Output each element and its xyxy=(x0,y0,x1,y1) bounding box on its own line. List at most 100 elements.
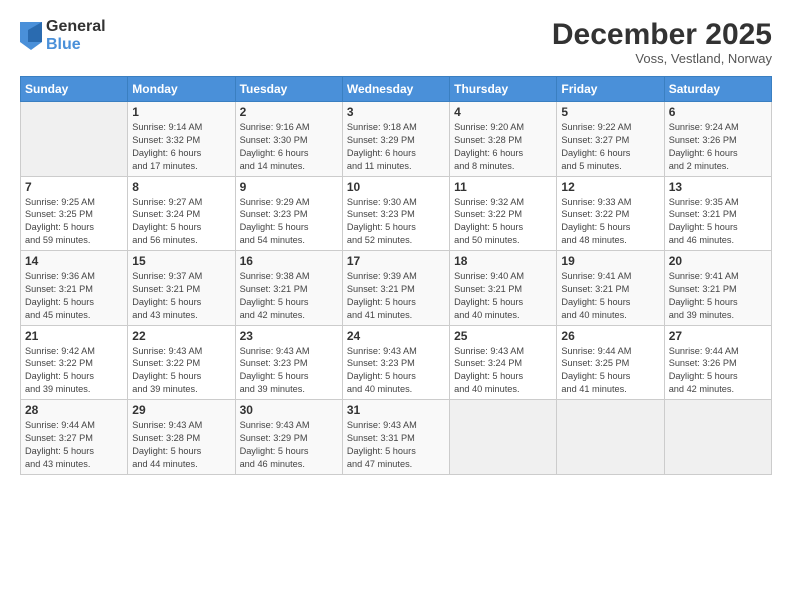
day-info: Sunrise: 9:36 AMSunset: 3:21 PMDaylight:… xyxy=(25,270,123,322)
day-number: 19 xyxy=(561,254,659,268)
calendar-week-row: 1 Sunrise: 9:14 AMSunset: 3:32 PMDaylight… xyxy=(21,102,772,177)
day-number: 20 xyxy=(669,254,767,268)
table-row: 11 Sunrise: 9:32 AMSunset: 3:22 PMDayligh… xyxy=(450,176,557,251)
table-row: 20Sunrise: 9:41 AMSunset: 3:21 PMDayligh… xyxy=(664,251,771,326)
day-number: 31 xyxy=(347,403,445,417)
day-info: Sunrise: 9:33 AMSunset: 3:22 PMDaylight:… xyxy=(561,196,659,248)
table-row: 31 Sunrise: 9:43 AMSunset: 3:31 PMDayligh… xyxy=(342,400,449,475)
day-info: Sunrise: 9:39 AMSunset: 3:21 PMDaylight:… xyxy=(347,270,445,322)
table-row xyxy=(664,400,771,475)
logo-blue: Blue xyxy=(46,36,106,54)
day-info: Sunrise: 9:38 AMSunset: 3:21 PMDaylight:… xyxy=(240,270,338,322)
day-number: 26 xyxy=(561,329,659,343)
day-info: Sunrise: 9:42 AMSunset: 3:22 PMDaylight:… xyxy=(25,345,123,397)
table-row: 19 Sunrise: 9:41 AMSunset: 3:21 PMDayligh… xyxy=(557,251,664,326)
day-info: Sunrise: 9:44 AMSunset: 3:25 PMDaylight:… xyxy=(561,345,659,397)
calendar-week-row: 21Sunrise: 9:42 AMSunset: 3:22 PMDayligh… xyxy=(21,325,772,400)
day-number: 6 xyxy=(669,105,767,119)
table-row: 23 Sunrise: 9:43 AMSunset: 3:23 PMDayligh… xyxy=(235,325,342,400)
table-row: 26 Sunrise: 9:44 AMSunset: 3:25 PMDayligh… xyxy=(557,325,664,400)
col-monday: Monday xyxy=(128,77,235,102)
table-row xyxy=(557,400,664,475)
col-thursday: Thursday xyxy=(450,77,557,102)
day-number: 11 xyxy=(454,180,552,194)
day-number: 28 xyxy=(25,403,123,417)
day-number: 23 xyxy=(240,329,338,343)
table-row: 24 Sunrise: 9:43 AMSunset: 3:23 PMDayligh… xyxy=(342,325,449,400)
day-info: Sunrise: 9:43 AMSunset: 3:24 PMDaylight:… xyxy=(454,345,552,397)
table-row: 21Sunrise: 9:42 AMSunset: 3:22 PMDayligh… xyxy=(21,325,128,400)
table-row: 18Sunrise: 9:40 AMSunset: 3:21 PMDayligh… xyxy=(450,251,557,326)
col-sunday: Sunday xyxy=(21,77,128,102)
table-row: 10Sunrise: 9:30 AMSunset: 3:23 PMDayligh… xyxy=(342,176,449,251)
calendar: Sunday Monday Tuesday Wednesday Thursday… xyxy=(20,76,772,475)
day-number: 24 xyxy=(347,329,445,343)
day-number: 5 xyxy=(561,105,659,119)
day-number: 27 xyxy=(669,329,767,343)
day-info: Sunrise: 9:24 AMSunset: 3:26 PMDaylight:… xyxy=(669,121,767,173)
table-row: 30 Sunrise: 9:43 AMSunset: 3:29 PMDayligh… xyxy=(235,400,342,475)
day-number: 9 xyxy=(240,180,338,194)
col-tuesday: Tuesday xyxy=(235,77,342,102)
day-info: Sunrise: 9:35 AMSunset: 3:21 PMDaylight:… xyxy=(669,196,767,248)
day-number: 17 xyxy=(347,254,445,268)
day-info: Sunrise: 9:16 AMSunset: 3:30 PMDaylight:… xyxy=(240,121,338,173)
day-info: Sunrise: 9:43 AMSunset: 3:31 PMDaylight:… xyxy=(347,419,445,471)
day-info: Sunrise: 9:27 AMSunset: 3:24 PMDaylight:… xyxy=(132,196,230,248)
logo: General Blue xyxy=(20,18,106,53)
table-row: 13 Sunrise: 9:35 AMSunset: 3:21 PMDayligh… xyxy=(664,176,771,251)
day-number: 8 xyxy=(132,180,230,194)
day-info: Sunrise: 9:44 AMSunset: 3:27 PMDaylight:… xyxy=(25,419,123,471)
day-info: Sunrise: 9:41 AMSunset: 3:21 PMDaylight:… xyxy=(561,270,659,322)
day-info: Sunrise: 9:14 AMSunset: 3:32 PMDaylight:… xyxy=(132,121,230,173)
table-row: 2 Sunrise: 9:16 AMSunset: 3:30 PMDaylight… xyxy=(235,102,342,177)
table-row: 22Sunrise: 9:43 AMSunset: 3:22 PMDayligh… xyxy=(128,325,235,400)
header: General Blue December 2025 Voss, Vestlan… xyxy=(20,18,772,66)
page: General Blue December 2025 Voss, Vestlan… xyxy=(0,0,792,612)
calendar-header-row: Sunday Monday Tuesday Wednesday Thursday… xyxy=(21,77,772,102)
table-row: 8 Sunrise: 9:27 AMSunset: 3:24 PMDaylight… xyxy=(128,176,235,251)
day-number: 4 xyxy=(454,105,552,119)
day-number: 14 xyxy=(25,254,123,268)
day-number: 15 xyxy=(132,254,230,268)
day-info: Sunrise: 9:43 AMSunset: 3:23 PMDaylight:… xyxy=(347,345,445,397)
day-number: 30 xyxy=(240,403,338,417)
table-row: 25 Sunrise: 9:43 AMSunset: 3:24 PMDayligh… xyxy=(450,325,557,400)
col-friday: Friday xyxy=(557,77,664,102)
table-row: 5 Sunrise: 9:22 AMSunset: 3:27 PMDaylight… xyxy=(557,102,664,177)
table-row xyxy=(450,400,557,475)
table-row: 9 Sunrise: 9:29 AMSunset: 3:23 PMDaylight… xyxy=(235,176,342,251)
day-number: 22 xyxy=(132,329,230,343)
day-info: Sunrise: 9:43 AMSunset: 3:29 PMDaylight:… xyxy=(240,419,338,471)
table-row: 29Sunrise: 9:43 AMSunset: 3:28 PMDayligh… xyxy=(128,400,235,475)
calendar-week-row: 28 Sunrise: 9:44 AMSunset: 3:27 PMDayligh… xyxy=(21,400,772,475)
table-row: 1 Sunrise: 9:14 AMSunset: 3:32 PMDaylight… xyxy=(128,102,235,177)
logo-icon xyxy=(20,22,42,50)
table-row: 28 Sunrise: 9:44 AMSunset: 3:27 PMDayligh… xyxy=(21,400,128,475)
table-row: 3Sunrise: 9:18 AMSunset: 3:29 PMDaylight… xyxy=(342,102,449,177)
day-info: Sunrise: 9:22 AMSunset: 3:27 PMDaylight:… xyxy=(561,121,659,173)
day-info: Sunrise: 9:44 AMSunset: 3:26 PMDaylight:… xyxy=(669,345,767,397)
col-saturday: Saturday xyxy=(664,77,771,102)
day-info: Sunrise: 9:43 AMSunset: 3:23 PMDaylight:… xyxy=(240,345,338,397)
day-number: 25 xyxy=(454,329,552,343)
day-info: Sunrise: 9:29 AMSunset: 3:23 PMDaylight:… xyxy=(240,196,338,248)
day-number: 3 xyxy=(347,105,445,119)
day-number: 13 xyxy=(669,180,767,194)
table-row: 7Sunrise: 9:25 AMSunset: 3:25 PMDaylight… xyxy=(21,176,128,251)
day-info: Sunrise: 9:43 AMSunset: 3:28 PMDaylight:… xyxy=(132,419,230,471)
day-info: Sunrise: 9:32 AMSunset: 3:22 PMDaylight:… xyxy=(454,196,552,248)
calendar-week-row: 14 Sunrise: 9:36 AMSunset: 3:21 PMDayligh… xyxy=(21,251,772,326)
month-title: December 2025 xyxy=(552,18,772,51)
table-row: 6 Sunrise: 9:24 AMSunset: 3:26 PMDaylight… xyxy=(664,102,771,177)
calendar-week-row: 7Sunrise: 9:25 AMSunset: 3:25 PMDaylight… xyxy=(21,176,772,251)
day-number: 16 xyxy=(240,254,338,268)
col-wednesday: Wednesday xyxy=(342,77,449,102)
day-number: 2 xyxy=(240,105,338,119)
day-number: 12 xyxy=(561,180,659,194)
day-info: Sunrise: 9:30 AMSunset: 3:23 PMDaylight:… xyxy=(347,196,445,248)
day-number: 1 xyxy=(132,105,230,119)
day-info: Sunrise: 9:20 AMSunset: 3:28 PMDaylight:… xyxy=(454,121,552,173)
day-number: 18 xyxy=(454,254,552,268)
table-row: 4 Sunrise: 9:20 AMSunset: 3:28 PMDaylight… xyxy=(450,102,557,177)
